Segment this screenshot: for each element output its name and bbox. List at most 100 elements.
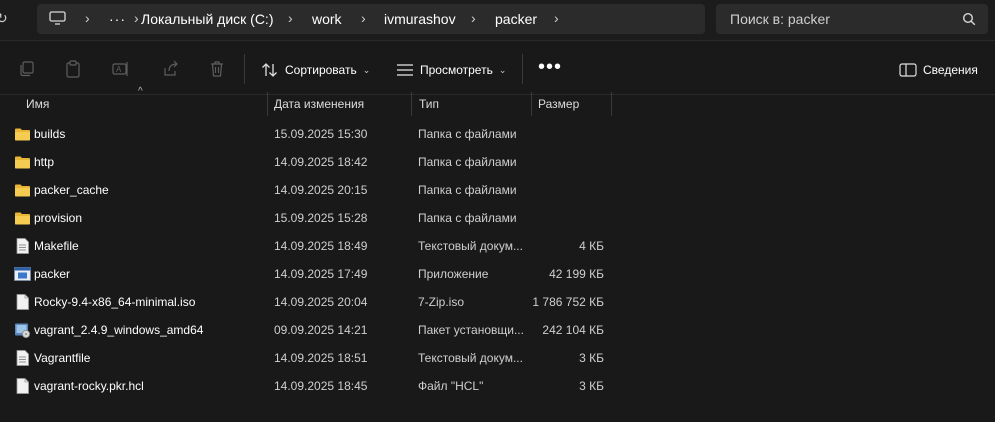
column-divider[interactable] [267,92,268,116]
file-size: 3 КБ [579,379,604,393]
sort-ascending-icon: ^ [138,86,143,97]
file-type: 7-Zip.iso [418,295,465,309]
sort-button[interactable]: Сортировать ⌄ [261,55,370,83]
details-pane-button[interactable]: Сведения [899,55,978,83]
text-file-icon [14,238,31,254]
view-icon [397,64,413,76]
file-row[interactable]: packer_cache 14.09.2025 20:15 Папка с файл… [0,176,995,204]
breadcrumb-item[interactable]: packer [495,4,537,34]
column-header-date[interactable]: Дата изменения [274,92,364,116]
column-divider[interactable] [531,92,532,116]
file-name: Rocky-9.4-x86_64-minimal.iso [34,295,196,309]
details-label: Сведения [923,62,978,77]
computer-icon[interactable] [49,11,66,25]
breadcrumb-item[interactable]: work [312,4,342,34]
file-date: 15.09.2025 15:30 [274,127,368,141]
file-type: Файл "HCL" [418,379,484,393]
file-type: Приложение [418,267,489,281]
text-file-icon [14,350,31,366]
file-name: vagrant-rocky.pkr.hcl [34,379,144,393]
file-type: Папка с файлами [418,211,517,225]
chevron-right-icon[interactable]: › [554,4,559,34]
file-date: 15.09.2025 15:28 [274,211,368,225]
column-header-type[interactable]: Тип [419,92,439,116]
file-name: http [34,155,55,169]
folder-icon [14,154,31,170]
toolbar-divider [244,54,245,84]
file-size: 242 104 КБ [542,323,604,337]
view-button[interactable]: Просмотреть ⌄ [396,55,506,83]
file-date: 14.09.2025 20:15 [274,183,368,197]
file-size: 1 786 752 КБ [532,295,604,309]
chevron-right-icon[interactable]: › [471,4,476,34]
file-row[interactable]: packer 14.09.2025 17:49 Приложение 42 199 К… [0,260,995,288]
file-row[interactable]: Makefile 14.09.2025 18:49 Текстовый докум.… [0,232,995,260]
file-date: 09.09.2025 14:21 [274,323,368,337]
delete-icon[interactable] [207,59,227,79]
search-icon[interactable] [962,12,976,26]
file-row[interactable]: Rocky-9.4-x86_64-minimal.iso 14.09.2025 2… [0,288,995,316]
toolbar-divider [522,54,523,84]
chevron-right-icon[interactable]: › [361,4,366,34]
file-row[interactable]: builds 15.09.2025 15:30 Папка с файлами [0,120,995,148]
chevron-right-icon[interactable]: › [85,4,90,34]
column-divider[interactable] [411,92,412,116]
file-size: 4 КБ [579,239,604,253]
application-icon [14,266,31,282]
file-date: 14.09.2025 20:04 [274,295,368,309]
breadcrumb-overflow[interactable]: ··· [109,4,126,34]
blank-file-icon [14,378,31,394]
search-box[interactable]: Поиск в: packer [716,4,988,34]
sort-label: Сортировать [285,62,357,77]
share-icon[interactable] [160,59,180,79]
paste-icon[interactable] [63,59,83,79]
breadcrumb-item[interactable]: Локальный диск (C:) [141,4,274,34]
file-row[interactable]: provision 15.09.2025 15:28 Папка с файлами [0,204,995,232]
file-name: Makefile [34,239,79,253]
folder-icon [14,126,31,142]
command-bar: A Сортировать ⌄ Просмотреть ⌄ ••• Сведения [0,40,995,95]
chevron-right-icon[interactable]: › [134,4,139,34]
file-name: builds [34,127,66,141]
file-name: vagrant_2.4.9_windows_amd64 [34,323,204,337]
details-pane-icon [899,63,917,77]
file-type: Пакет установщи... [418,323,524,337]
file-row[interactable]: vagrant-rocky.pkr.hcl 14.09.2025 18:45 Фай… [0,372,995,400]
blank-file-icon [14,294,31,310]
view-label: Просмотреть [420,62,493,77]
column-divider[interactable] [611,92,612,116]
file-row[interactable]: Vagrantfile 14.09.2025 18:51 Текстовый док… [0,344,995,372]
chevron-right-icon[interactable]: › [288,4,293,34]
file-name: provision [34,211,83,225]
file-name: packer [34,267,71,281]
copy-icon[interactable] [17,59,37,79]
folder-icon [14,210,31,226]
folder-icon [14,182,31,198]
breadcrumb-item[interactable]: ivmurashov [384,4,456,34]
file-date: 14.09.2025 17:49 [274,267,368,281]
file-type: Папка с файлами [418,183,517,197]
refresh-icon[interactable]: ↻ [0,10,8,27]
column-header-name[interactable]: Имя [26,92,49,116]
svg-text:A: A [116,65,122,74]
file-date: 14.09.2025 18:42 [274,155,368,169]
file-name: packer_cache [34,183,109,197]
chevron-down-icon: ⌄ [498,64,507,75]
search-placeholder[interactable]: Поиск в: packer [730,4,830,34]
address-bar[interactable]: › ··· › Локальный диск (C:) › work › ivm… [37,4,705,34]
file-row[interactable]: vagrant_2.4.9_windows_amd64 09.09.2025 14… [0,316,995,344]
file-type: Папка с файлами [418,155,517,169]
column-header-size[interactable]: Размер [538,92,579,116]
file-row[interactable]: http 14.09.2025 18:42 Папка с файлами [0,148,995,176]
chevron-down-icon: ⌄ [362,64,371,75]
file-type: Текстовый докум... [418,239,523,253]
file-type: Текстовый докум... [418,351,523,365]
installer-icon [14,322,31,338]
file-name: Vagrantfile [34,351,91,365]
address-bar-row: ↻ › ··· › Локальный диск (C:) › work › i… [0,0,995,40]
file-date: 14.09.2025 18:51 [274,351,368,365]
more-options-button[interactable]: ••• [538,55,562,83]
sort-icon [262,62,277,77]
file-date: 14.09.2025 18:45 [274,379,368,393]
rename-icon[interactable]: A [111,59,131,79]
